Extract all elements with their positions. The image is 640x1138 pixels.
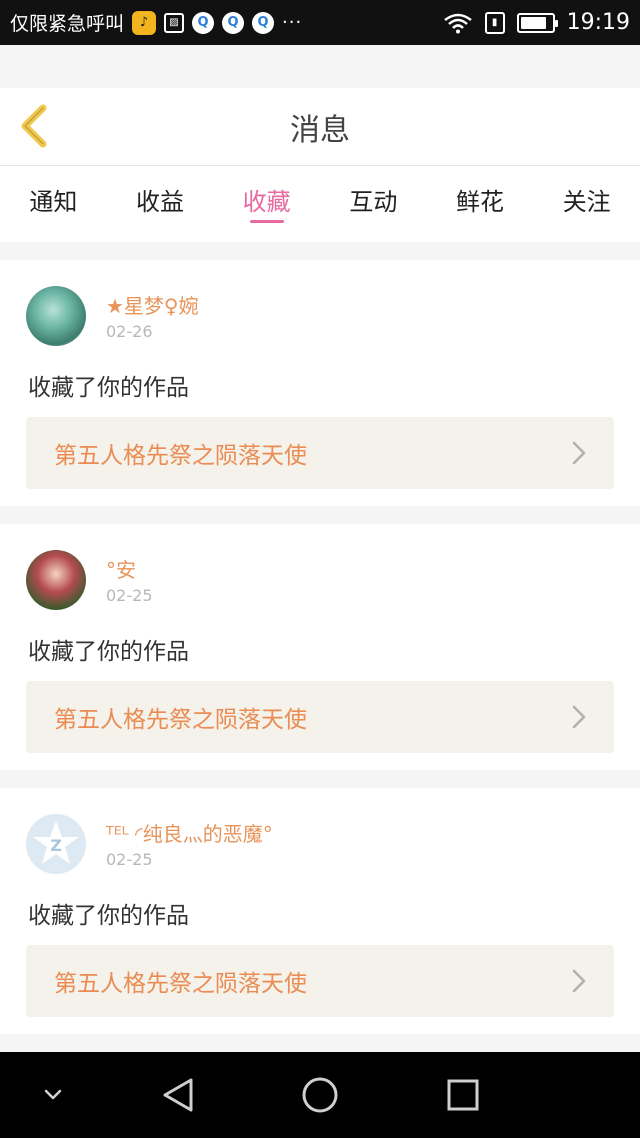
tab-label: 收益 [136,188,184,216]
action-text: 收藏了你的作品 [28,903,189,929]
work-title: 第五人格先祭之陨落天使 [54,707,307,733]
tab-label: 通知 [29,188,78,216]
user-name[interactable]: ★星梦♀婉 [106,290,199,319]
sim-icon: ▮ [484,11,505,34]
tab-flowers[interactable]: 鲜花 [427,166,534,242]
work-title: 第五人格先祭之陨落天使 [54,971,307,997]
active-tab-indicator [249,220,284,223]
tab-notifications[interactable]: 通知 [0,166,107,242]
recents-nav-button[interactable] [440,1072,486,1118]
post-date: 02-25 [106,850,153,869]
work-title: 第五人格先祭之陨落天使 [54,443,307,469]
back-button[interactable] [12,104,56,148]
page-title: 消息 [290,112,350,148]
tab-earnings[interactable]: 收益 [107,166,214,242]
tab-bar: 通知 收益 收藏 互动 鲜花 关注 [0,166,640,242]
list-item: Z ᵀᴱᴸ ◜纯良灬的恶魔° 02-25 收藏了你的作品 第五人格先祭之陨落天使 [0,788,640,1034]
qq-icon: Q [192,11,215,34]
system-nav-bar [0,1052,640,1138]
post-date: 02-26 [106,322,153,341]
hide-nav-button[interactable] [30,1072,76,1118]
qq-icon: Q [222,11,245,34]
carrier-text: 仅限紧急呼叫 [10,13,125,35]
tab-label: 鲜花 [456,188,505,216]
wifi-icon [443,13,472,33]
action-text: 收藏了你的作品 [28,639,189,665]
avatar[interactable] [26,550,86,610]
qq-icon: Q [252,11,275,34]
post-date: 02-25 [106,586,153,605]
tab-label: 关注 [562,188,611,216]
battery-fill [520,16,547,29]
recents-square-icon [447,1079,479,1111]
work-link[interactable]: 第五人格先祭之陨落天使 [26,681,614,753]
status-bar-right: ▮ 19:19 [443,10,630,35]
chevron-right-icon [572,705,586,729]
avatar[interactable] [26,286,86,346]
tab-interactions[interactable]: 互动 [320,166,427,242]
chevron-right-icon [572,441,586,465]
svg-text:Z: Z [50,836,62,855]
user-name[interactable]: ᵀᴱᴸ ◜纯良灬的恶魔° [106,818,273,847]
chevron-left-icon [21,104,47,148]
tab-favorites[interactable]: 收藏 [213,166,320,242]
avatar[interactable]: Z [26,814,86,874]
battery-icon [516,12,558,33]
action-text: 收藏了你的作品 [28,375,189,401]
music-app-icon: ♪ [132,10,157,35]
gallery-icon: ▨ [164,12,185,33]
tab-following[interactable]: 关注 [533,166,640,242]
tab-label: 收藏 [242,188,291,216]
chevron-down-icon [44,1089,62,1100]
list-item: °安 02-25 收藏了你的作品 第五人格先祭之陨落天使 [0,524,640,770]
back-triangle-icon [163,1078,193,1112]
chevron-right-icon [572,969,586,993]
work-link[interactable]: 第五人格先祭之陨落天使 [26,945,614,1017]
clock: 19:19 [566,10,630,35]
tab-label: 互动 [349,188,398,216]
star-avatar-icon: Z [33,821,79,864]
notification-list: ★星梦♀婉 02-26 收藏了你的作品 第五人格先祭之陨落天使 °安 02-25… [0,260,640,1052]
status-bar-left: 仅限紧急呼叫 ♪ ▨ Q Q Q ··· [10,9,302,36]
back-nav-button[interactable] [155,1072,201,1118]
status-bar: 仅限紧急呼叫 ♪ ▨ Q Q Q ··· ▮ 19:19 [0,0,640,45]
more-dots-icon: ··· [282,12,303,33]
list-item: ★星梦♀婉 02-26 收藏了你的作品 第五人格先祭之陨落天使 [0,260,640,506]
home-circle-icon [302,1077,338,1113]
header: 消息 [0,88,640,166]
user-name[interactable]: °安 [106,554,136,583]
home-nav-button[interactable] [297,1072,343,1118]
work-link[interactable]: 第五人格先祭之陨落天使 [26,417,614,489]
